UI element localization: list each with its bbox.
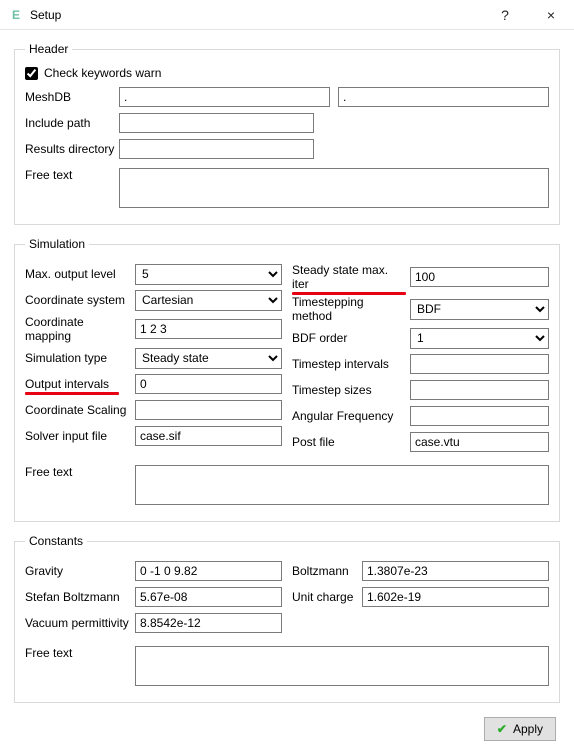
- check-keywords-checkbox[interactable]: [25, 67, 38, 80]
- include-label: Include path: [25, 116, 119, 130]
- sim-type-label: Simulation type: [25, 351, 135, 365]
- tstep-sizes-input[interactable]: [410, 380, 549, 400]
- gravity-label: Gravity: [25, 564, 135, 578]
- boltz-input[interactable]: [362, 561, 549, 581]
- vac-label: Vacuum permittivity: [25, 616, 135, 630]
- meshdb-row: MeshDB: [25, 86, 549, 108]
- meshdb-label: MeshDB: [25, 90, 119, 104]
- solver-file-label: Solver input file: [25, 429, 135, 443]
- sb-input[interactable]: [135, 587, 282, 607]
- vac-input[interactable]: [135, 613, 282, 633]
- ang-freq-input[interactable]: [410, 406, 549, 426]
- const-freetext-label: Free text: [25, 646, 135, 660]
- coord-scale-input[interactable]: [135, 400, 282, 420]
- check-keywords-row: Check keywords warn: [25, 66, 549, 80]
- group-constants-legend: Constants: [25, 534, 87, 548]
- group-simulation: Simulation Max. output level 5 Coordinat…: [14, 237, 560, 522]
- results-label: Results directory: [25, 142, 119, 156]
- coord-map-label: Coordinate mapping: [25, 315, 135, 343]
- solver-file-input[interactable]: [135, 426, 282, 446]
- group-constants: Constants Gravity Stefan Boltzmann Vacuu…: [14, 534, 560, 703]
- coord-scale-label: Coordinate Scaling: [25, 403, 135, 417]
- max-output-select[interactable]: 5: [135, 264, 282, 285]
- sim-freetext-row: Free text: [25, 465, 549, 505]
- apply-button[interactable]: ✔ Apply: [484, 717, 556, 741]
- steady-max-label: Steady state max. iter: [292, 263, 410, 291]
- include-input[interactable]: [119, 113, 314, 133]
- meshdb-input-2[interactable]: [338, 87, 549, 107]
- coord-sys-select[interactable]: Cartesian: [135, 290, 282, 311]
- help-button[interactable]: ?: [482, 0, 528, 30]
- tstep-int-input[interactable]: [410, 354, 549, 374]
- sim-type-select[interactable]: Steady state: [135, 348, 282, 369]
- coord-sys-label: Coordinate system: [25, 293, 135, 307]
- group-header-legend: Header: [25, 42, 72, 56]
- close-button[interactable]: ×: [528, 0, 574, 30]
- charge-label: Unit charge: [292, 590, 362, 604]
- tstep-int-label: Timestep intervals: [292, 357, 410, 371]
- gravity-input[interactable]: [135, 561, 282, 581]
- window-title: Setup: [30, 8, 61, 22]
- const-freetext-row: Free text: [25, 646, 549, 686]
- meshdb-input-1[interactable]: [119, 87, 330, 107]
- bdf-order-label: BDF order: [292, 331, 410, 345]
- max-output-label: Max. output level: [25, 267, 135, 281]
- footer: ✔ Apply: [14, 715, 560, 741]
- title-bar: E Setup ? ×: [0, 0, 574, 30]
- include-row: Include path: [25, 112, 549, 134]
- output-intervals-label: Output intervals: [25, 377, 135, 391]
- apply-button-label: Apply: [513, 722, 543, 736]
- group-header: Header Check keywords warn MeshDB Includ…: [14, 42, 560, 225]
- const-freetext-input[interactable]: [135, 646, 549, 686]
- app-icon: E: [8, 7, 24, 23]
- sb-label: Stefan Boltzmann: [25, 590, 135, 604]
- header-freetext-label: Free text: [25, 168, 119, 182]
- tstep-method-select[interactable]: BDF: [410, 299, 549, 320]
- check-keywords-label: Check keywords warn: [44, 66, 161, 80]
- coord-map-input[interactable]: [135, 319, 282, 339]
- charge-input[interactable]: [362, 587, 549, 607]
- post-file-input[interactable]: [410, 432, 549, 452]
- ang-freq-label: Angular Frequency: [292, 409, 410, 423]
- bdf-order-select[interactable]: 1: [410, 328, 549, 349]
- sim-freetext-label: Free text: [25, 465, 135, 479]
- boltz-label: Boltzmann: [292, 564, 362, 578]
- header-freetext-row: Free text: [25, 168, 549, 208]
- results-row: Results directory: [25, 138, 549, 160]
- results-input[interactable]: [119, 139, 314, 159]
- post-file-label: Post file: [292, 435, 410, 449]
- tstep-method-label: Timestepping method: [292, 295, 410, 323]
- check-icon: ✔: [497, 722, 507, 736]
- sim-freetext-input[interactable]: [135, 465, 549, 505]
- group-simulation-legend: Simulation: [25, 237, 89, 251]
- output-intervals-input[interactable]: [135, 374, 282, 394]
- steady-max-input[interactable]: [410, 267, 549, 287]
- header-freetext-input[interactable]: [119, 168, 549, 208]
- tstep-sizes-label: Timestep sizes: [292, 383, 410, 397]
